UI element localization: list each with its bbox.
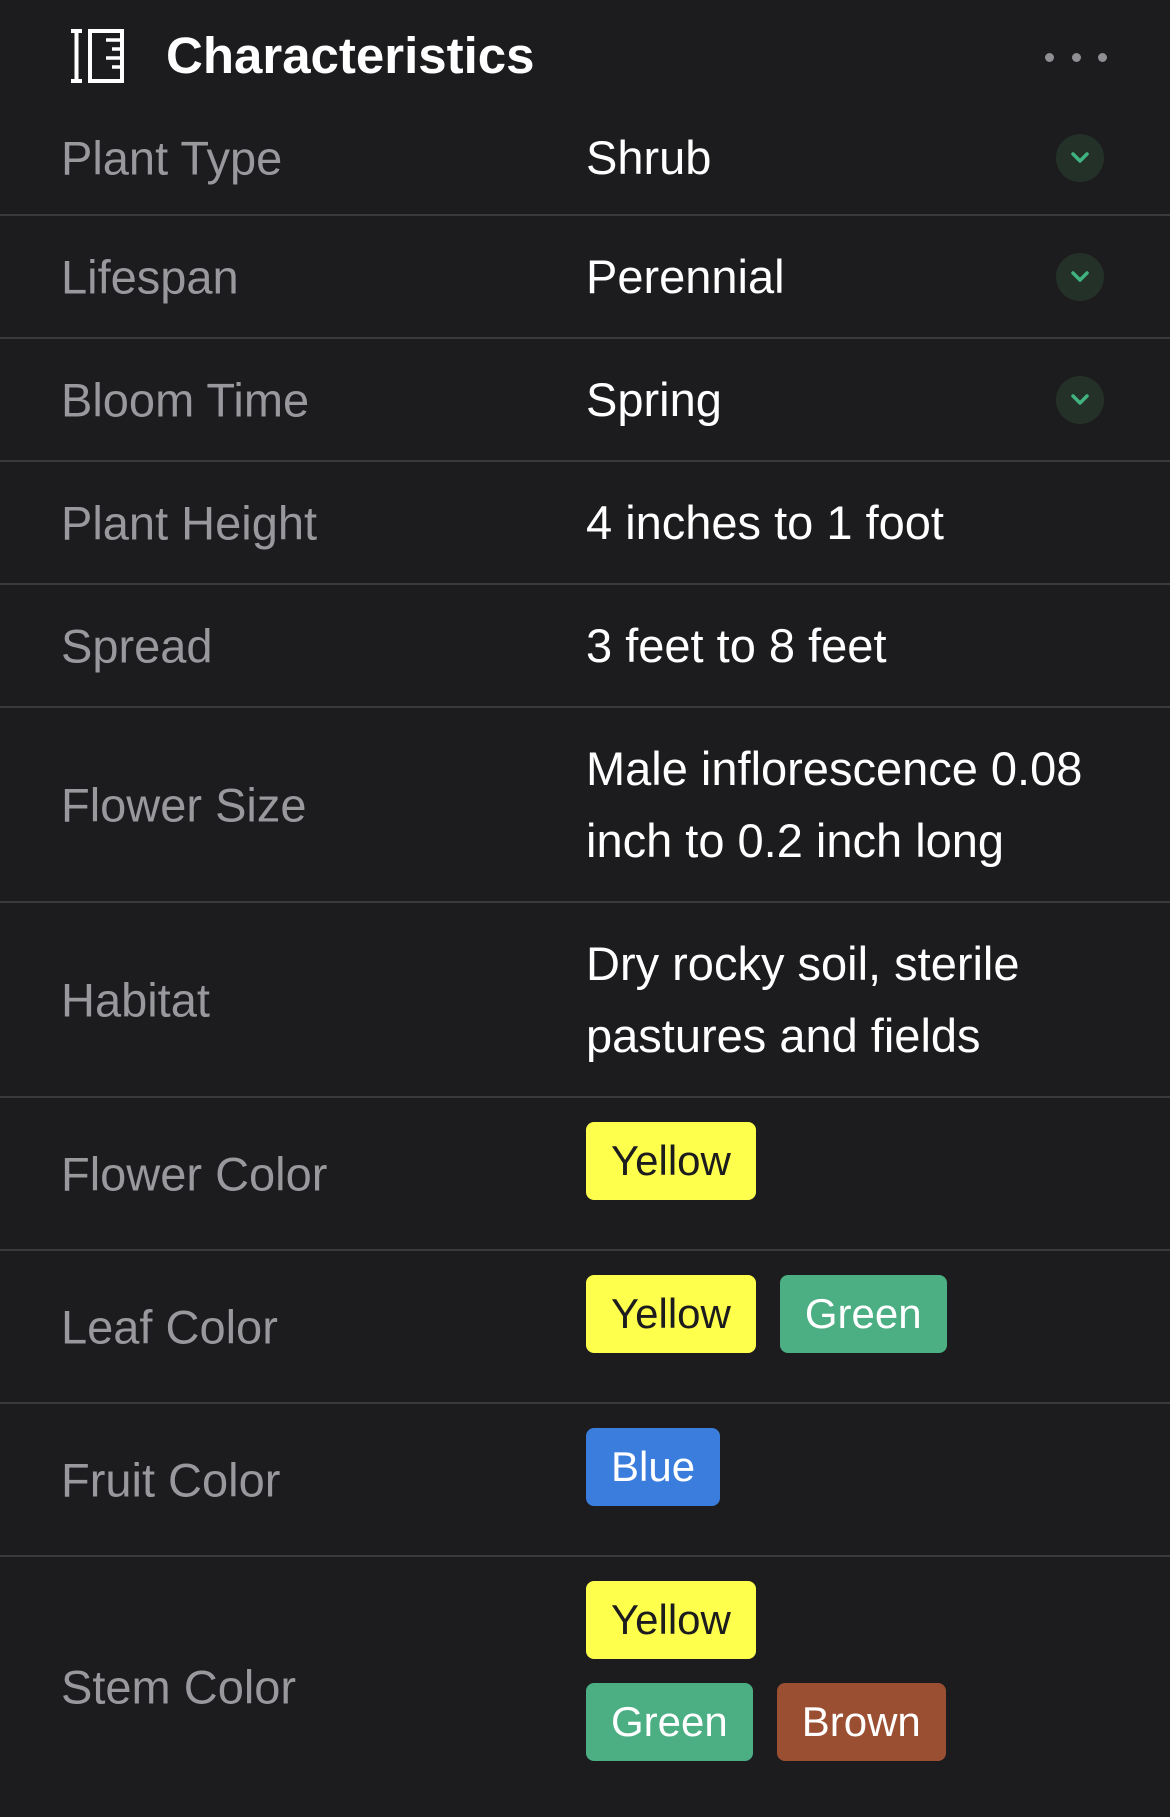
row-label: Flower Size — [61, 778, 307, 831]
color-tag-yellow: Yellow — [586, 1122, 756, 1200]
row-label: Lifespan — [61, 250, 239, 303]
row-label: Flower Color — [61, 1147, 328, 1200]
color-tag-green: Green — [779, 1275, 947, 1353]
chevron-down-icon — [1071, 393, 1089, 405]
color-tag-yellow: Yellow — [586, 1275, 756, 1353]
ruler-icon — [71, 29, 124, 83]
more-horizontal-icon-dot — [1045, 52, 1054, 62]
row-flower-color: Flower Color Yellow — [0, 1098, 1170, 1251]
row-value: Dry rocky soil, sterile pastures and fie… — [586, 936, 1020, 1062]
row-leaf-color: Leaf Color Yellow Green — [0, 1251, 1170, 1404]
color-tag-green: Green — [586, 1683, 753, 1761]
row-value: 4 inches to 1 foot — [586, 495, 944, 549]
row-value: Spring — [586, 372, 722, 426]
row-value: Male inflorescence 0.08 inch to 0.2 inch… — [586, 741, 1083, 867]
row-habitat: Habitat Dry rocky soil, sterile pastures… — [0, 903, 1170, 1098]
tag-group: Yellow Green — [586, 1275, 1066, 1353]
tag-group: Blue — [586, 1428, 1066, 1506]
section-title: Characteristics — [166, 27, 535, 84]
section-header: Characteristics — [0, 0, 1170, 110]
more-horizontal-icon-dot — [1071, 52, 1081, 62]
row-label: Bloom Time — [61, 373, 310, 426]
row-value: 3 feet to 8 feet — [586, 618, 887, 672]
chevron-down-icon — [1071, 152, 1089, 163]
more-horizontal-icon-dot — [1098, 52, 1107, 62]
row-label: Stem Color — [61, 1660, 297, 1714]
lifespan-dropdown-button[interactable] — [1056, 252, 1104, 301]
more-options-button[interactable] — [1045, 40, 1107, 74]
characteristics-list: Plant Type Shrub Lifespan Perennial Bloo… — [0, 110, 1170, 1817]
bloom-time-dropdown-button[interactable] — [1056, 375, 1104, 424]
row-label: Plant Height — [61, 496, 318, 549]
row-label: Spread — [61, 619, 213, 672]
row-plant-height: Plant Height 4 inches to 1 foot — [0, 462, 1170, 585]
row-stem-color: Stem Color Yellow Green Brown — [0, 1557, 1170, 1817]
color-tag-yellow: Yellow — [586, 1581, 756, 1659]
color-tag-blue: Blue — [586, 1428, 721, 1506]
row-label: Fruit Color — [61, 1453, 281, 1506]
row-value: Perennial — [586, 249, 785, 303]
row-lifespan: Lifespan Perennial — [0, 216, 1170, 339]
row-value: Shrub — [586, 130, 712, 184]
row-label: Leaf Color — [61, 1300, 278, 1353]
row-label: Habitat — [61, 973, 210, 1026]
row-fruit-color: Fruit Color Blue — [0, 1404, 1170, 1557]
chevron-down-icon — [1071, 270, 1089, 282]
row-plant-type: Plant Type Shrub — [0, 110, 1170, 216]
row-label: Plant Type — [61, 131, 283, 185]
row-flower-size: Flower Size Male inflorescence 0.08 inch… — [0, 708, 1170, 903]
row-bloom-time: Bloom Time Spring — [0, 339, 1170, 462]
tag-group: Yellow Green Brown — [586, 1581, 946, 1761]
tag-group: Yellow — [586, 1122, 1066, 1200]
characteristics-panel: Characteristics Plant Type Shrub Lifespa… — [0, 0, 1170, 1802]
color-tag-brown: Brown — [776, 1683, 946, 1761]
row-spread: Spread 3 feet to 8 feet — [0, 585, 1170, 708]
plant-type-dropdown-button[interactable] — [1056, 133, 1104, 182]
